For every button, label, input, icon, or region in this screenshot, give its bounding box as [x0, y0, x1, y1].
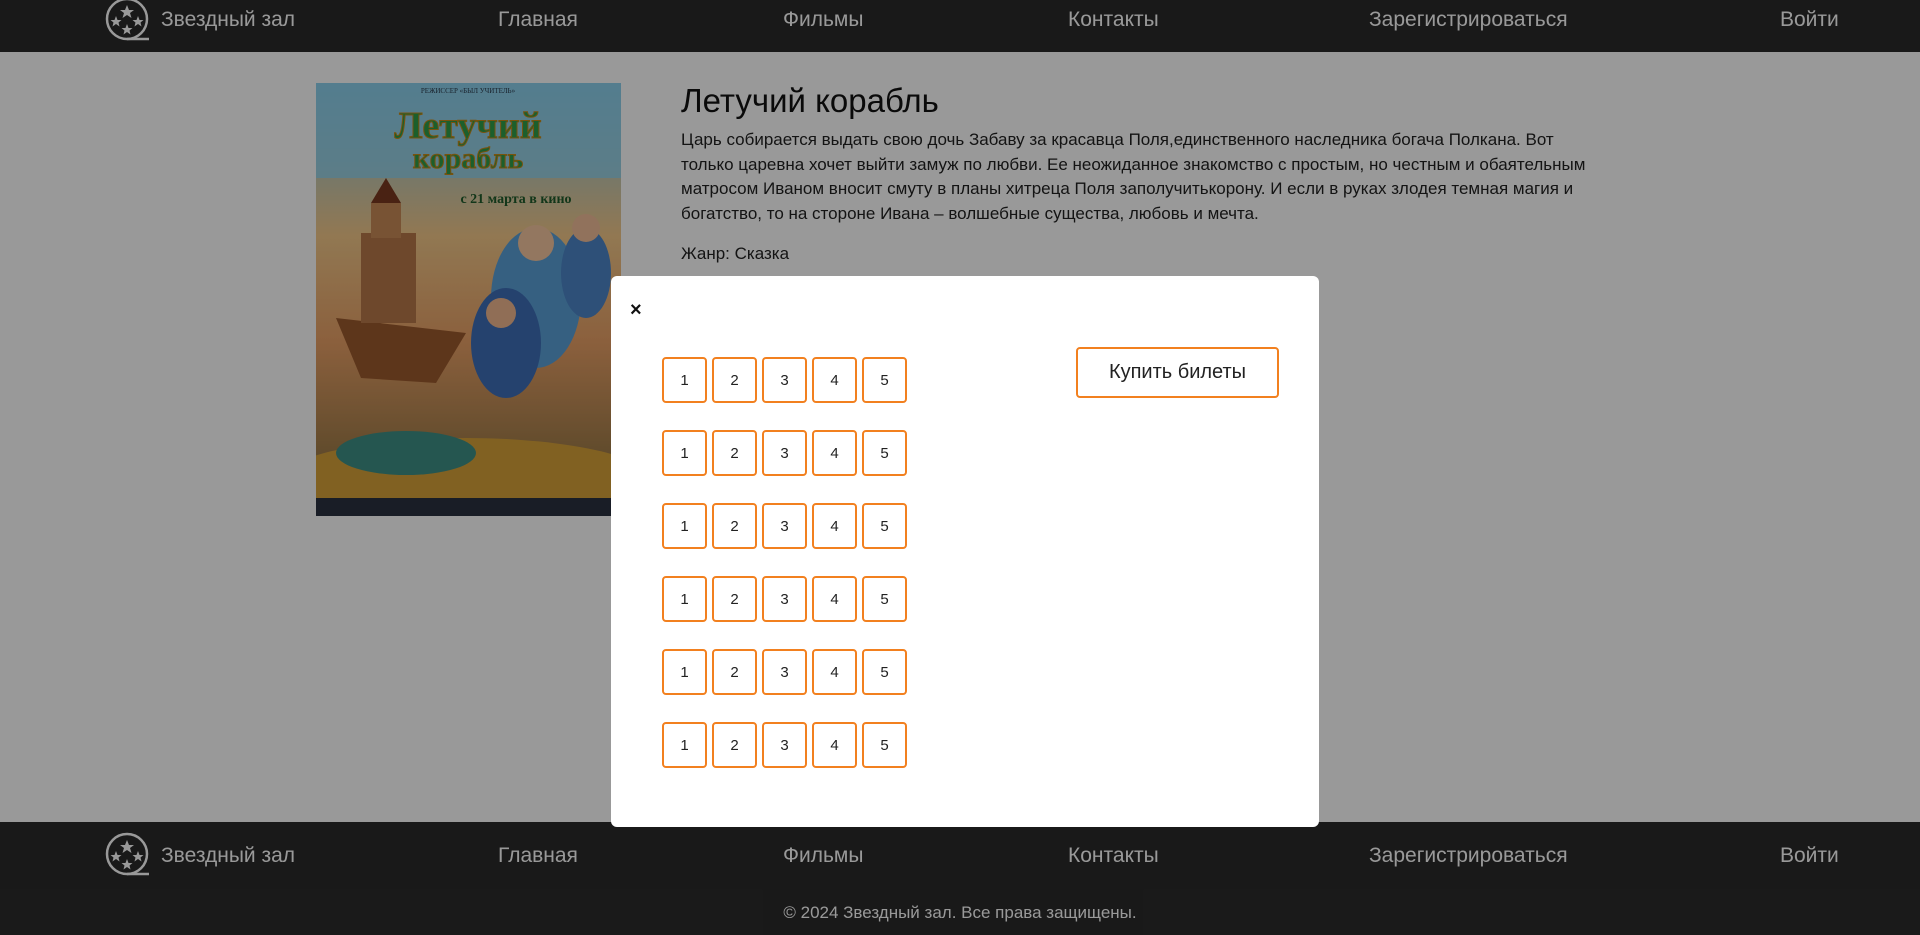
seat-button[interactable]: 2: [712, 430, 757, 476]
seat-button[interactable]: 5: [862, 722, 907, 768]
page: Звездный зал Главная Фильмы Контакты Зар…: [0, 0, 1920, 935]
seat-button[interactable]: 3: [762, 503, 807, 549]
buy-tickets-button[interactable]: Купить билеты: [1076, 347, 1279, 398]
seat-button[interactable]: 1: [662, 649, 707, 695]
seat-button[interactable]: 4: [812, 722, 857, 768]
seat-button[interactable]: 3: [762, 576, 807, 622]
seat-button[interactable]: 5: [862, 503, 907, 549]
seat-selection-modal: × 123451234512345123451234512345 Купить …: [611, 276, 1319, 827]
seat-button[interactable]: 1: [662, 722, 707, 768]
seat-button[interactable]: 4: [812, 357, 857, 403]
seat-row: 12345: [662, 357, 907, 403]
seat-button[interactable]: 5: [862, 649, 907, 695]
seat-grid: 123451234512345123451234512345: [662, 357, 907, 795]
seat-row: 12345: [662, 722, 907, 768]
seat-button[interactable]: 3: [762, 649, 807, 695]
seat-button[interactable]: 3: [762, 722, 807, 768]
seat-button[interactable]: 1: [662, 576, 707, 622]
seat-button[interactable]: 4: [812, 503, 857, 549]
seat-button[interactable]: 4: [812, 430, 857, 476]
seat-row: 12345: [662, 503, 907, 549]
seat-row: 12345: [662, 576, 907, 622]
seat-button[interactable]: 2: [712, 503, 757, 549]
seat-row: 12345: [662, 430, 907, 476]
close-icon[interactable]: ×: [630, 300, 642, 320]
seat-button[interactable]: 1: [662, 357, 707, 403]
seat-button[interactable]: 1: [662, 503, 707, 549]
seat-button[interactable]: 4: [812, 649, 857, 695]
seat-button[interactable]: 5: [862, 430, 907, 476]
seat-button[interactable]: 1: [662, 430, 707, 476]
seat-button[interactable]: 2: [712, 649, 757, 695]
seat-button[interactable]: 3: [762, 430, 807, 476]
seat-button[interactable]: 2: [712, 576, 757, 622]
seat-button[interactable]: 4: [812, 576, 857, 622]
seat-button[interactable]: 2: [712, 357, 757, 403]
seat-row: 12345: [662, 649, 907, 695]
seat-button[interactable]: 2: [712, 722, 757, 768]
seat-button[interactable]: 3: [762, 357, 807, 403]
seat-button[interactable]: 5: [862, 576, 907, 622]
seat-button[interactable]: 5: [862, 357, 907, 403]
